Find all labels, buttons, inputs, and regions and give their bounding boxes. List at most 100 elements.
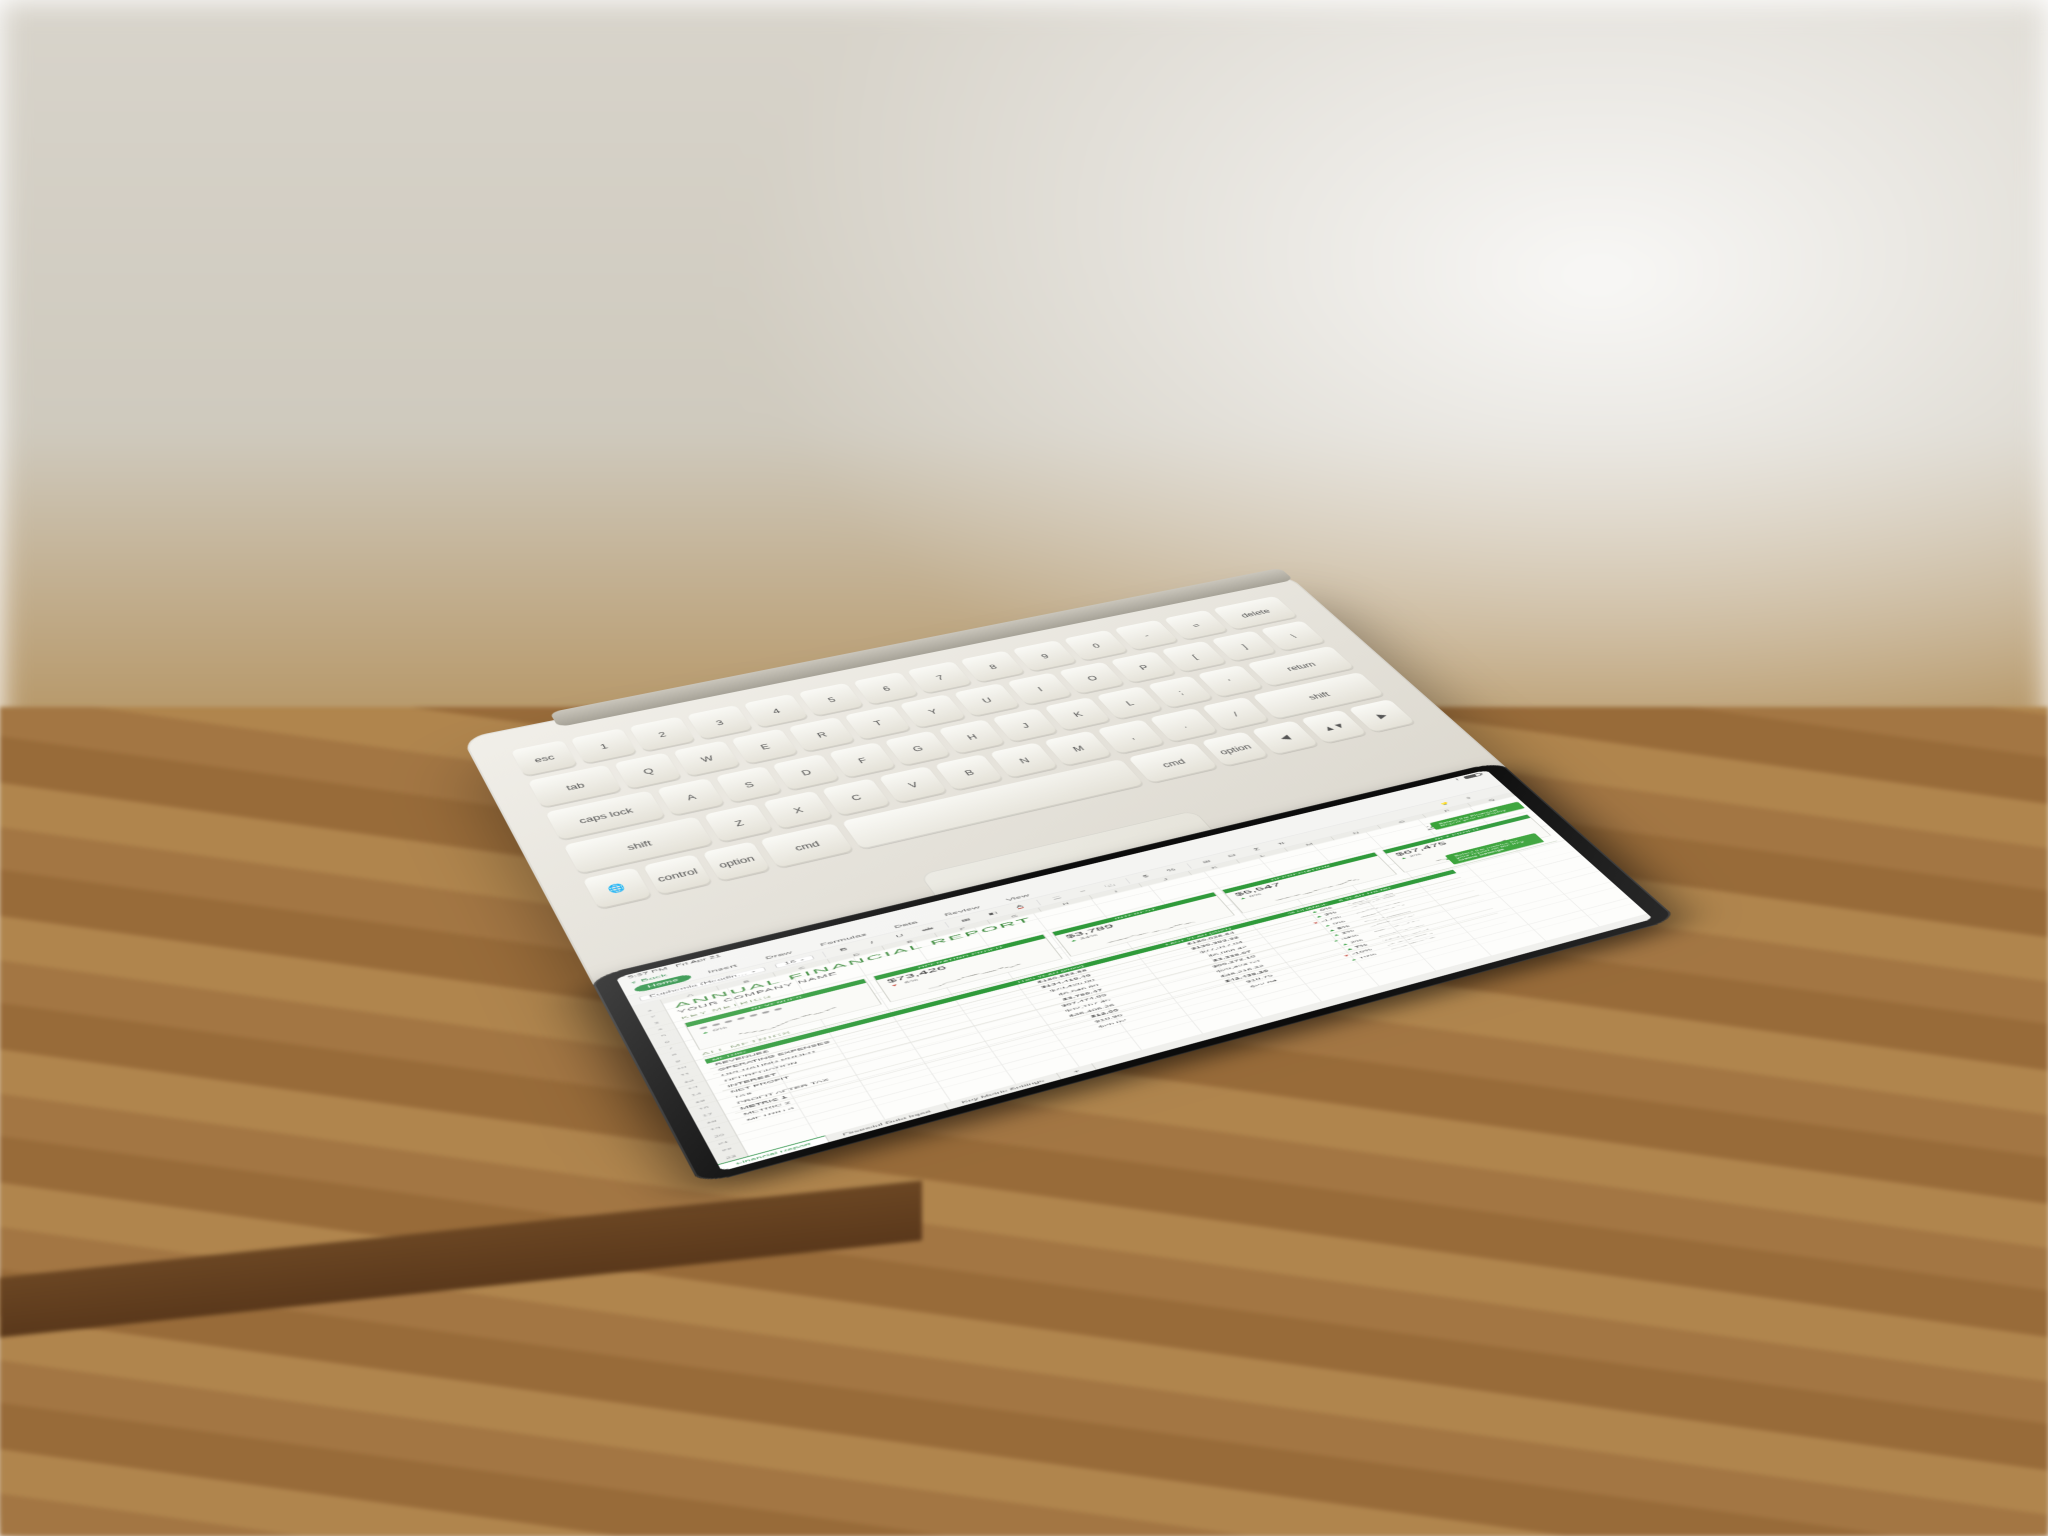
- ribbon-tab-insert[interactable]: Insert: [694, 959, 751, 978]
- column-header[interactable]: B: [717, 972, 776, 990]
- row-header[interactable]: 21: [706, 1135, 740, 1150]
- metric-card[interactable]: DEPRECIATION$5,5479%: [1221, 852, 1397, 913]
- key-q[interactable]: Q: [614, 752, 683, 789]
- delete-icon[interactable]: ⊟: [1222, 851, 1242, 859]
- key-8[interactable]: 8: [960, 650, 1026, 682]
- metric-card[interactable]: OPERATING PROFIT$73,426-6%: [873, 934, 1063, 1002]
- column-header[interactable]: P: [1423, 803, 1472, 818]
- insert-icon[interactable]: ⊞: [1197, 857, 1217, 865]
- ribbon-tab-formulas[interactable]: Formulas: [806, 928, 880, 950]
- column-header[interactable]: N: [1331, 825, 1381, 840]
- key-2[interactable]: 2: [629, 716, 696, 752]
- align-center-icon[interactable]: ≡: [1073, 887, 1093, 895]
- row-header[interactable]: 3: [641, 1016, 673, 1029]
- number-format-icon[interactable]: $: [1136, 872, 1156, 880]
- table-row[interactable]: INTEREST$3,789.47$3,338.07▲5%: [719, 890, 1479, 1090]
- table-row[interactable]: DEPRECIATION$5,546.89$5,068.42▲9%: [716, 886, 1474, 1085]
- more-icon[interactable]: ⋯: [1482, 788, 1501, 795]
- column-header[interactable]: L: [1237, 848, 1288, 864]
- key-5[interactable]: 5: [798, 682, 865, 716]
- row-header[interactable]: 10: [665, 1061, 697, 1075]
- table-row[interactable]: OPERATING PROFIT$73,426.00$77,317.84▼-17…: [713, 881, 1470, 1079]
- row-header[interactable]: 7: [655, 1042, 687, 1056]
- key-3[interactable]: 3: [686, 705, 753, 740]
- key-y[interactable]: Y: [899, 694, 967, 728]
- column-header[interactable]: A: [661, 986, 721, 1005]
- table-row[interactable]: REVENUES$180,583.88$180,026.64▲0%: [707, 873, 1461, 1069]
- key-h[interactable]: H: [938, 719, 1006, 754]
- font-size-select[interactable]: 16: [774, 955, 815, 969]
- row-header[interactable]: 11: [669, 1067, 701, 1081]
- key-option-l[interactable]: option: [702, 841, 772, 882]
- key-d[interactable]: D: [772, 754, 840, 791]
- key-s[interactable]: S: [715, 766, 783, 804]
- key-shift-l[interactable]: shift: [563, 816, 714, 874]
- column-header[interactable]: G: [988, 907, 1043, 924]
- metric-card[interactable]: NET PROFIT$67,4752%: [1382, 814, 1552, 872]
- column-header[interactable]: Q: [1468, 792, 1516, 807]
- column-header[interactable]: M: [1284, 836, 1335, 851]
- merge-icon[interactable]: ⿻: [1099, 881, 1119, 889]
- key-c[interactable]: C: [821, 778, 891, 816]
- key-4[interactable]: 4: [743, 694, 810, 729]
- sort-icon[interactable]: ⇅: [1272, 839, 1292, 847]
- lightbulb-icon[interactable]: 💡: [1436, 800, 1455, 807]
- row-header[interactable]: 13: [676, 1081, 709, 1095]
- row-header[interactable]: 20: [703, 1128, 736, 1143]
- row-header[interactable]: 14: [680, 1087, 713, 1101]
- key-r[interactable]: R: [788, 717, 856, 753]
- ribbon-tab-home[interactable]: Home: [633, 973, 693, 992]
- bold-icon[interactable]: B: [833, 945, 854, 954]
- column-header[interactable]: E: [882, 933, 938, 950]
- key-6[interactable]: 6: [853, 672, 920, 705]
- percent-icon[interactable]: %: [1161, 866, 1181, 874]
- row-header[interactable]: 4: [644, 1023, 676, 1036]
- table-row[interactable]: OPERATING EXPENSES$134,415.46$130,383.32…: [710, 877, 1465, 1074]
- row-header[interactable]: 9: [662, 1054, 694, 1068]
- row-header[interactable]: 23: [714, 1149, 748, 1164]
- row-header[interactable]: 6: [651, 1035, 683, 1048]
- table-row[interactable]: METRIC 3$26.02$22.84▲19%: [738, 917, 1507, 1124]
- ribbon-tab-data[interactable]: Data: [881, 916, 931, 933]
- strike-icon[interactable]: ab: [917, 925, 938, 934]
- row-header[interactable]: 25: [722, 1164, 756, 1165]
- back-button[interactable]: Back: [630, 972, 668, 985]
- report-year[interactable]: 2022: [1424, 818, 1463, 831]
- metric-card[interactable]: REVENUES●●●●●●●0%: [684, 978, 882, 1050]
- autosum-icon[interactable]: Σ: [1247, 845, 1267, 853]
- key-1[interactable]: 1: [570, 728, 637, 764]
- column-header[interactable]: H: [1039, 895, 1093, 912]
- row-header[interactable]: 19: [699, 1121, 732, 1136]
- row-header[interactable]: 1: [634, 1004, 665, 1017]
- column-header[interactable]: C: [773, 959, 831, 977]
- row-header[interactable]: 17: [691, 1108, 724, 1123]
- row-header[interactable]: 18: [695, 1114, 728, 1129]
- border-icon[interactable]: ▦: [955, 915, 976, 924]
- row-header[interactable]: 24: [718, 1156, 752, 1164]
- row-header[interactable]: 8: [658, 1048, 690, 1062]
- underline-icon[interactable]: U: [889, 931, 910, 940]
- cell-grid[interactable]: ANNUAL FINANCIAL REPORT YOUR COMPANY NAM…: [663, 796, 1647, 1156]
- table-row[interactable]: PROFIT AFTER TAX$35,406.26$48,216.32▲2%: [729, 904, 1493, 1108]
- key-z[interactable]: Z: [704, 803, 775, 842]
- key-x[interactable]: X: [763, 791, 833, 830]
- metric-card[interactable]: INTEREST$3,78934%: [1052, 892, 1235, 957]
- key-ctrl[interactable]: control: [643, 854, 713, 895]
- row-header[interactable]: 16: [687, 1101, 720, 1115]
- row-header[interactable]: 5: [648, 1029, 680, 1042]
- row-header[interactable]: 22: [710, 1142, 744, 1157]
- key-cmd-l[interactable]: cmd: [760, 823, 854, 869]
- column-header[interactable]: I: [1090, 883, 1143, 899]
- italic-icon[interactable]: I: [861, 938, 882, 947]
- select-all-corner[interactable]: [632, 999, 664, 1011]
- row-header[interactable]: 15: [684, 1094, 717, 1108]
- table-row[interactable]: NET PROFIT$67,474.85$66,272.10▲2%: [722, 895, 1483, 1097]
- ribbon-tab-review[interactable]: Review: [931, 901, 993, 920]
- key-w[interactable]: W: [673, 740, 741, 777]
- column-header[interactable]: O: [1377, 814, 1427, 829]
- column-header[interactable]: K: [1189, 859, 1241, 875]
- table-row[interactable]: METRIC 2$18.96$18.75▼-16%: [735, 913, 1502, 1119]
- table-row[interactable]: TAX$32,167.45$29,424.53▲34%: [726, 899, 1489, 1102]
- fill-color-icon[interactable]: ◧: [983, 909, 1004, 918]
- align-left-icon[interactable]: ☰: [1047, 893, 1067, 901]
